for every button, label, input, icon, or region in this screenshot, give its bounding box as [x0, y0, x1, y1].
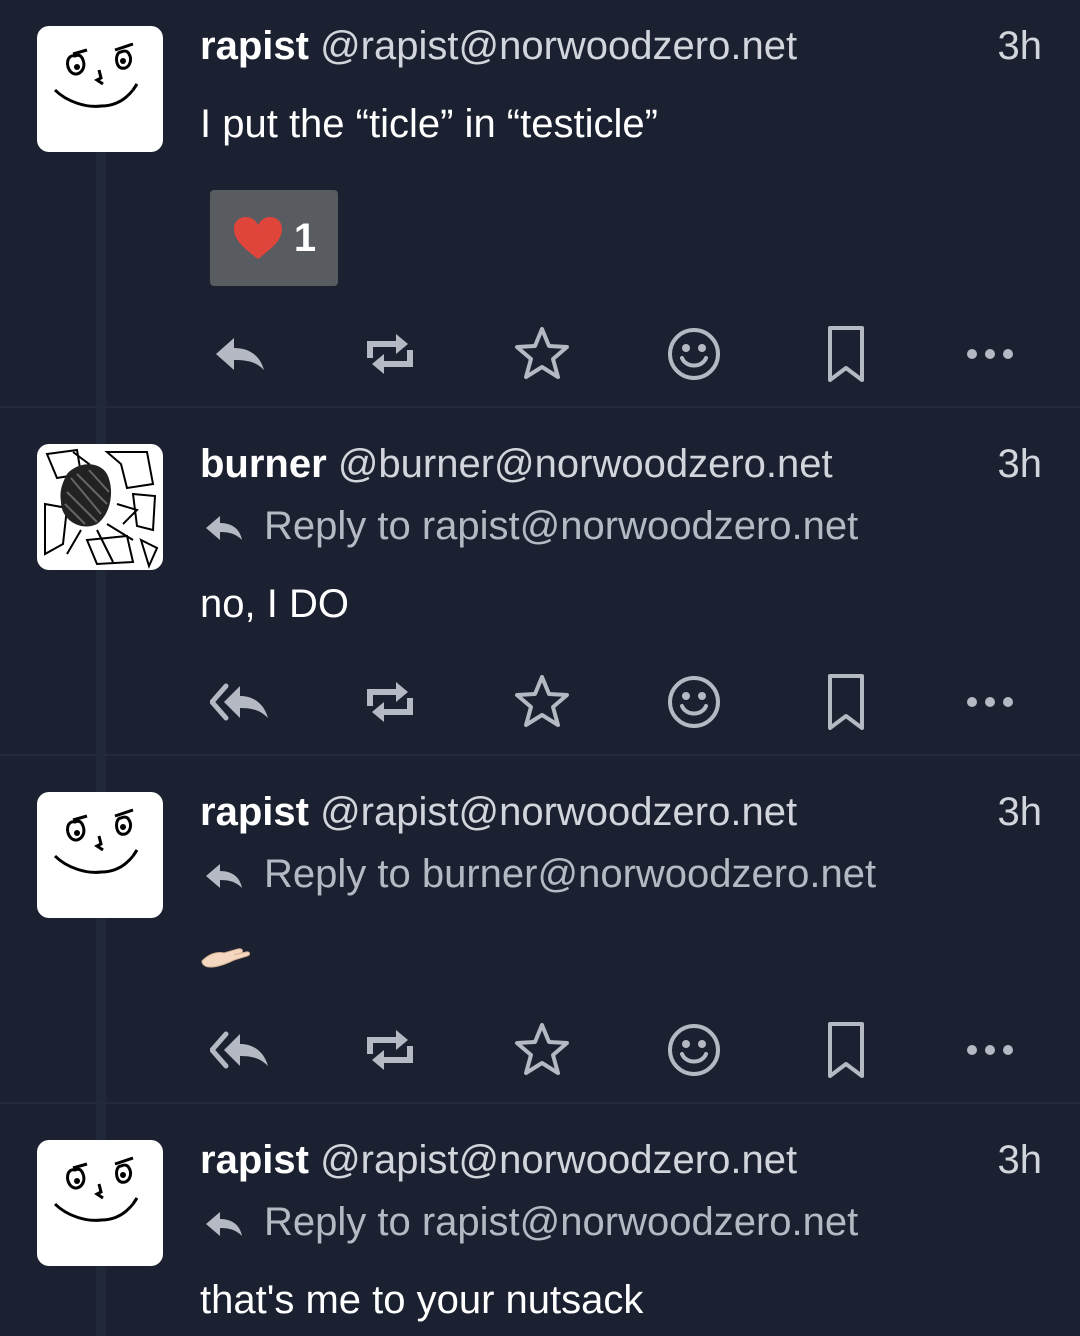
action-bar	[200, 662, 1040, 742]
reply-indicator-icon	[204, 1206, 244, 1242]
more-icon	[960, 672, 1020, 732]
star-icon	[512, 1020, 572, 1080]
author-line[interactable]: rapist @rapist@norwoodzero.net	[200, 22, 797, 70]
more-icon	[960, 1020, 1020, 1080]
emoji-icon	[664, 324, 724, 384]
more-icon	[960, 324, 1020, 384]
timestamp[interactable]: 3h	[998, 22, 1043, 70]
boost-button[interactable]	[350, 1010, 430, 1090]
display-name[interactable]: rapist	[200, 24, 309, 68]
post-1[interactable]: rapist @rapist@norwoodzero.net 3h I put …	[0, 0, 1080, 406]
thread: rapist @rapist@norwoodzero.net 3h I put …	[0, 0, 1080, 1336]
smiley-face-avatar-icon	[37, 26, 163, 152]
bookmark-button[interactable]	[806, 1010, 886, 1090]
action-bar	[200, 314, 1040, 394]
timestamp[interactable]: 3h	[998, 440, 1043, 488]
favourite-button[interactable]	[502, 1010, 582, 1090]
bookmark-button[interactable]	[806, 662, 886, 742]
avatar[interactable]	[37, 26, 163, 152]
emoji-react-button[interactable]	[654, 1010, 734, 1090]
reply-indicator-icon	[204, 858, 244, 894]
post-content	[200, 932, 252, 984]
favourite-button[interactable]	[502, 314, 582, 394]
handle[interactable]: @rapist@norwoodzero.net	[320, 24, 797, 68]
reply-indicator-icon	[204, 510, 244, 546]
bookmark-button[interactable]	[806, 314, 886, 394]
reaction-count: 1	[293, 215, 317, 260]
reply-all-icon	[210, 672, 270, 732]
reply-all-button[interactable]	[200, 662, 280, 742]
post-content: no, I DO	[200, 582, 349, 626]
reply-icon	[210, 324, 270, 384]
bookmark-icon	[816, 324, 876, 384]
display-name[interactable]: rapist	[200, 1138, 309, 1182]
post-3[interactable]: rapist @rapist@norwoodzero.net 3h Reply …	[0, 756, 1080, 1102]
post-4[interactable]: rapist @rapist@norwoodzero.net 3h Reply …	[0, 1104, 1080, 1336]
star-icon	[512, 672, 572, 732]
heart-reaction-button[interactable]: 1	[210, 190, 338, 286]
post-2[interactable]: burner @burner@norwoodzero.net 3h Reply …	[0, 408, 1080, 754]
reply-all-button[interactable]	[200, 1010, 280, 1090]
boost-icon	[360, 1020, 420, 1080]
reply-to-line[interactable]: Reply to rapist@norwoodzero.net	[200, 1198, 858, 1246]
bookmark-icon	[816, 672, 876, 732]
boost-icon	[360, 324, 420, 384]
reply-to-line[interactable]: Reply to burner@norwoodzero.net	[200, 850, 876, 898]
emoji-react-button[interactable]	[654, 314, 734, 394]
scribble-avatar-icon	[37, 444, 163, 570]
author-line[interactable]: burner @burner@norwoodzero.net	[200, 440, 833, 488]
boost-icon	[360, 672, 420, 732]
reply-to-text: Reply to burner@norwoodzero.net	[264, 852, 877, 896]
palm-up-hand-emoji	[200, 941, 252, 971]
more-button[interactable]	[950, 662, 1030, 742]
avatar[interactable]	[37, 1140, 163, 1266]
display-name[interactable]: burner	[200, 442, 327, 486]
author-line[interactable]: rapist @rapist@norwoodzero.net	[200, 1136, 797, 1184]
heart-icon	[232, 215, 284, 261]
author-line[interactable]: rapist @rapist@norwoodzero.net	[200, 788, 797, 836]
emoji-react-button[interactable]	[654, 662, 734, 742]
handle[interactable]: @rapist@norwoodzero.net	[320, 790, 797, 834]
action-bar	[200, 1010, 1040, 1090]
reply-all-icon	[210, 1020, 270, 1080]
post-content: I put the “ticle” in “testicle”	[200, 102, 658, 146]
emoji-icon	[664, 1020, 724, 1080]
favourite-button[interactable]	[502, 662, 582, 742]
display-name[interactable]: rapist	[200, 790, 309, 834]
more-button[interactable]	[950, 1010, 1030, 1090]
reply-button[interactable]	[200, 314, 280, 394]
star-icon	[512, 324, 572, 384]
boost-button[interactable]	[350, 662, 430, 742]
avatar[interactable]	[37, 792, 163, 918]
reply-to-line[interactable]: Reply to rapist@norwoodzero.net	[200, 502, 858, 550]
reply-to-text: Reply to rapist@norwoodzero.net	[264, 1200, 859, 1244]
smiley-face-avatar-icon	[37, 1140, 163, 1266]
timestamp[interactable]: 3h	[998, 1136, 1043, 1184]
more-button[interactable]	[950, 314, 1030, 394]
handle[interactable]: @rapist@norwoodzero.net	[320, 1138, 797, 1182]
smiley-face-avatar-icon	[37, 792, 163, 918]
emoji-icon	[664, 672, 724, 732]
bookmark-icon	[816, 1020, 876, 1080]
post-content: that's me to your nutsack	[200, 1278, 644, 1322]
boost-button[interactable]	[350, 314, 430, 394]
handle[interactable]: @burner@norwoodzero.net	[338, 442, 833, 486]
avatar[interactable]	[37, 444, 163, 570]
timestamp[interactable]: 3h	[998, 788, 1043, 836]
reply-to-text: Reply to rapist@norwoodzero.net	[264, 504, 859, 548]
